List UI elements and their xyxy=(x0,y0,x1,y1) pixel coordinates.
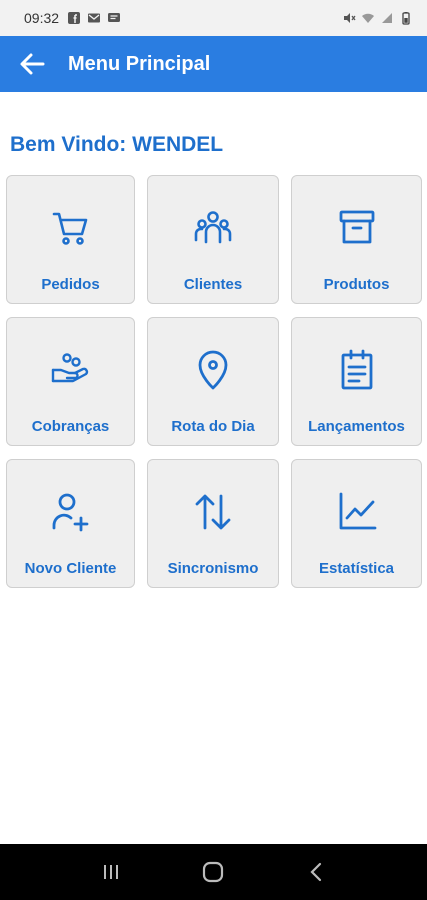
system-nav-bar xyxy=(0,844,427,900)
home-button[interactable] xyxy=(193,852,233,892)
menu-tile-cobrancas[interactable]: Cobranças xyxy=(6,317,135,446)
trend-chart-icon xyxy=(339,492,376,530)
gmail-icon xyxy=(88,13,101,23)
menu-tile-label: Pedidos xyxy=(41,276,100,293)
page-title: Menu Principal xyxy=(68,52,211,75)
recents-icon xyxy=(104,865,119,879)
status-left: 09:32 xyxy=(24,10,121,26)
mute-icon xyxy=(344,13,356,23)
welcome-text: Bem Vindo: WENDEL xyxy=(10,133,224,156)
recents-button[interactable] xyxy=(91,852,131,892)
menu-tile-label: Rota do Dia xyxy=(171,418,255,435)
menu-tile-estatistica[interactable]: Estatística xyxy=(291,459,422,588)
clipboard-icon xyxy=(341,349,372,390)
menu-tile-produtos[interactable]: Produtos xyxy=(291,175,422,304)
hand-coins-icon xyxy=(51,353,88,383)
home-icon xyxy=(203,861,224,883)
facebook-icon xyxy=(68,12,81,24)
menu-tile-label: Clientes xyxy=(183,276,243,293)
menu-tile-lancamentos[interactable]: Lançamentos xyxy=(291,317,422,446)
menu-tile-sincronismo[interactable]: Sincronismo xyxy=(147,459,279,588)
menu-grid: Pedidos Clientes Produtos Cobranças Rota… xyxy=(6,175,422,588)
cart-icon xyxy=(52,212,87,245)
back-icon xyxy=(310,862,321,882)
status-right xyxy=(342,11,413,25)
menu-tile-label: Novo Cliente xyxy=(24,560,117,577)
status-time: 09:32 xyxy=(24,10,60,26)
menu-tile-pedidos[interactable]: Pedidos xyxy=(6,175,135,304)
menu-tile-label: Lançamentos xyxy=(308,418,405,435)
menu-tile-rota-do-dia[interactable]: Rota do Dia xyxy=(147,317,279,446)
system-back-button[interactable] xyxy=(296,852,336,892)
app-bar: Menu Principal xyxy=(0,36,427,92)
menu-tile-label: Sincronismo xyxy=(167,560,259,577)
sync-arrows-icon xyxy=(195,494,231,530)
battery-icon xyxy=(402,12,410,25)
menu-tile-label: Cobranças xyxy=(31,418,110,435)
message-icon xyxy=(108,13,121,22)
user-plus-icon xyxy=(52,493,88,532)
menu-tile-novo-cliente[interactable]: Novo Cliente xyxy=(6,459,135,588)
menu-tile-label: Estatística xyxy=(318,560,395,577)
menu-tile-label: Produtos xyxy=(323,276,390,293)
archive-icon xyxy=(339,210,374,244)
arrow-left-icon xyxy=(20,53,45,75)
users-icon xyxy=(194,211,232,244)
signal-icon xyxy=(382,13,392,23)
status-bar: 09:32 xyxy=(0,0,427,36)
back-button[interactable] xyxy=(0,36,64,92)
map-pin-icon xyxy=(198,350,228,390)
wifi-icon xyxy=(362,13,374,23)
menu-tile-clientes[interactable]: Clientes xyxy=(147,175,279,304)
